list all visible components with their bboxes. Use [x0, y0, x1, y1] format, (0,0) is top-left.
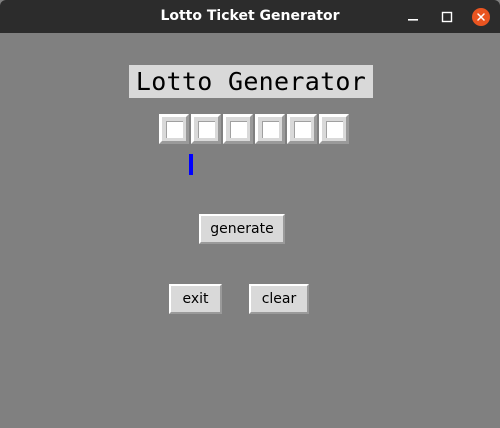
window-title: Lotto Ticket Generator: [160, 8, 340, 24]
title-bar[interactable]: Lotto Ticket Generator: [0, 0, 500, 33]
exit-button[interactable]: exit: [169, 284, 222, 314]
main-content: Lotto Generator generate exit clear: [0, 33, 500, 428]
close-circle: [472, 8, 490, 26]
number-slot-4: [255, 114, 285, 144]
number-slots: [159, 114, 349, 144]
number-slot-2-value: [197, 120, 215, 138]
close-icon: [477, 13, 485, 21]
number-slot-3-value: [229, 120, 247, 138]
text-cursor: [189, 154, 193, 175]
clear-button[interactable]: clear: [249, 284, 309, 314]
maximize-icon: [441, 11, 453, 23]
generate-button[interactable]: generate: [199, 214, 285, 244]
number-slot-1: [159, 114, 189, 144]
number-slot-2: [191, 114, 221, 144]
app-heading: Lotto Generator: [129, 65, 373, 98]
minimize-icon: [408, 19, 418, 21]
maximize-button[interactable]: [436, 6, 458, 28]
number-slot-1-value: [165, 120, 183, 138]
close-button[interactable]: [470, 6, 492, 28]
number-slot-5: [287, 114, 317, 144]
number-slot-3: [223, 114, 253, 144]
app-window: Lotto Ticket Generator Lotto Generator g…: [0, 0, 500, 428]
number-slot-6: [319, 114, 349, 144]
number-slot-4-value: [261, 120, 279, 138]
number-slot-6-value: [325, 120, 343, 138]
number-slot-5-value: [293, 120, 311, 138]
minimize-button[interactable]: [402, 6, 424, 28]
